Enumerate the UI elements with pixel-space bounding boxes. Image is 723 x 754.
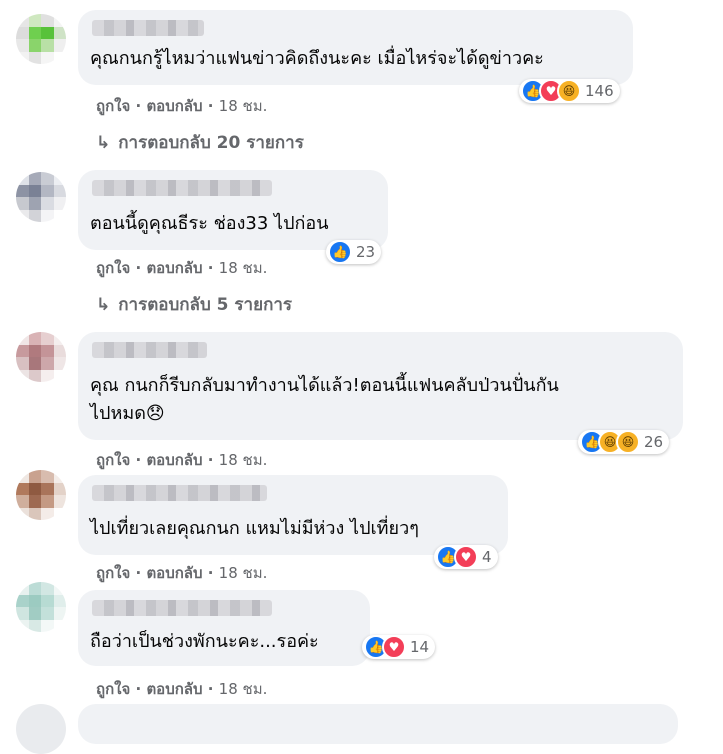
reply-link[interactable]: ตอบกลับ: [146, 680, 202, 698]
comment-bubble: ไปเที่ยวเลยคุณกนก แหมไม่มีห่วง ไปเที่ยวๆ: [78, 475, 508, 555]
blurred-author-name[interactable]: [92, 485, 267, 501]
comment-actions: ถูกใจ · ตอบกลับ · 18 ชม.: [96, 97, 268, 115]
like-link[interactable]: ถูกใจ: [96, 680, 130, 698]
timestamp[interactable]: 18 ชม.: [219, 680, 268, 698]
love-reaction-icon: ♥: [454, 545, 478, 569]
reaction-summary[interactable]: 👍 23: [326, 240, 382, 264]
reply-link[interactable]: ตอบกลับ: [146, 564, 202, 582]
reply-arrow-icon: ↳: [96, 295, 111, 315]
comment-text: ตอนนี้ดูคุณธีระ ช่อง33 ไปก่อน: [90, 213, 329, 234]
timestamp[interactable]: 18 ชม.: [219, 259, 268, 277]
avatar[interactable]: [16, 332, 66, 382]
comment-actions: ถูกใจ · ตอบกลับ · 18 ชม.: [96, 451, 268, 469]
timestamp[interactable]: 18 ชม.: [219, 564, 268, 582]
view-replies-link[interactable]: ↳ การตอบกลับ 20 รายการ: [96, 129, 304, 156]
comment-text: ถือว่าเป็นช่วงพักนะคะ...รอค่ะ: [90, 631, 319, 652]
reply-link[interactable]: ตอบกลับ: [146, 97, 202, 115]
comment-actions: ถูกใจ · ตอบกลับ · 18 ชม.: [96, 680, 268, 698]
reaction-count: 146: [585, 82, 614, 100]
avatar[interactable]: [16, 470, 66, 520]
timestamp[interactable]: 18 ชม.: [219, 97, 268, 115]
comment-text: คุณกนกรู้ไหมว่าแฟนข่าวคิดถึงนะคะ เมื่อไห…: [90, 48, 544, 69]
comment-actions: ถูกใจ · ตอบกลับ · 18 ชม.: [96, 259, 268, 277]
avatar[interactable]: [16, 704, 66, 754]
reaction-summary[interactable]: 👍 ♥ 4: [434, 545, 498, 569]
like-link[interactable]: ถูกใจ: [96, 259, 130, 277]
view-replies-link[interactable]: ↳ การตอบกลับ 5 รายการ: [96, 291, 292, 318]
avatar[interactable]: [16, 14, 66, 64]
reply-arrow-icon: ↳: [96, 133, 111, 153]
comment-bubble: คุณกนกรู้ไหมว่าแฟนข่าวคิดถึงนะคะ เมื่อไห…: [78, 10, 633, 85]
reaction-count: 23: [356, 243, 376, 261]
reply-link[interactable]: ตอบกลับ: [146, 259, 202, 277]
comment-text: ไปเที่ยวเลยคุณกนก แหมไม่มีห่วง ไปเที่ยวๆ: [90, 518, 419, 539]
like-link[interactable]: ถูกใจ: [96, 451, 130, 469]
like-link[interactable]: ถูกใจ: [96, 564, 130, 582]
timestamp[interactable]: 18 ชม.: [219, 451, 268, 469]
reaction-count: 14: [410, 638, 430, 656]
love-reaction-icon: ♥: [382, 635, 406, 659]
comment-bubble: คุณ กนกก็รีบกลับมาทำงานได้แล้ว!ตอนนี้แฟน…: [78, 332, 683, 440]
comment-bubble: [78, 704, 678, 744]
comment-actions: ถูกใจ · ตอบกลับ · 18 ชม.: [96, 564, 268, 582]
haha-reaction-icon: 😆: [557, 79, 581, 103]
blurred-author-name[interactable]: [92, 180, 272, 196]
reaction-count: 4: [482, 548, 492, 566]
reaction-summary[interactable]: 👍 ♥ 😆 146: [519, 79, 620, 103]
avatar[interactable]: [16, 172, 66, 222]
like-reaction-icon: 👍: [328, 240, 352, 264]
reaction-summary[interactable]: 👍 😆 😆 26: [578, 430, 670, 454]
avatar[interactable]: [16, 582, 66, 632]
blurred-author-name[interactable]: [92, 600, 272, 616]
reaction-summary[interactable]: 👍 ♥ 14: [362, 635, 436, 659]
reply-link[interactable]: ตอบกลับ: [146, 451, 202, 469]
comment-bubble: ตอนนี้ดูคุณธีระ ช่อง33 ไปก่อน: [78, 170, 388, 250]
like-link[interactable]: ถูกใจ: [96, 97, 130, 115]
reaction-count: 26: [644, 433, 664, 451]
comment-bubble: ถือว่าเป็นช่วงพักนะคะ...รอค่ะ: [78, 590, 370, 666]
comment-text: คุณ กนกก็รีบกลับมาทำงานได้แล้ว!ตอนนี้แฟน…: [90, 375, 559, 424]
blurred-author-name[interactable]: [92, 20, 204, 36]
haha-reaction-icon: 😆: [616, 430, 640, 454]
blurred-author-name[interactable]: [92, 342, 207, 358]
